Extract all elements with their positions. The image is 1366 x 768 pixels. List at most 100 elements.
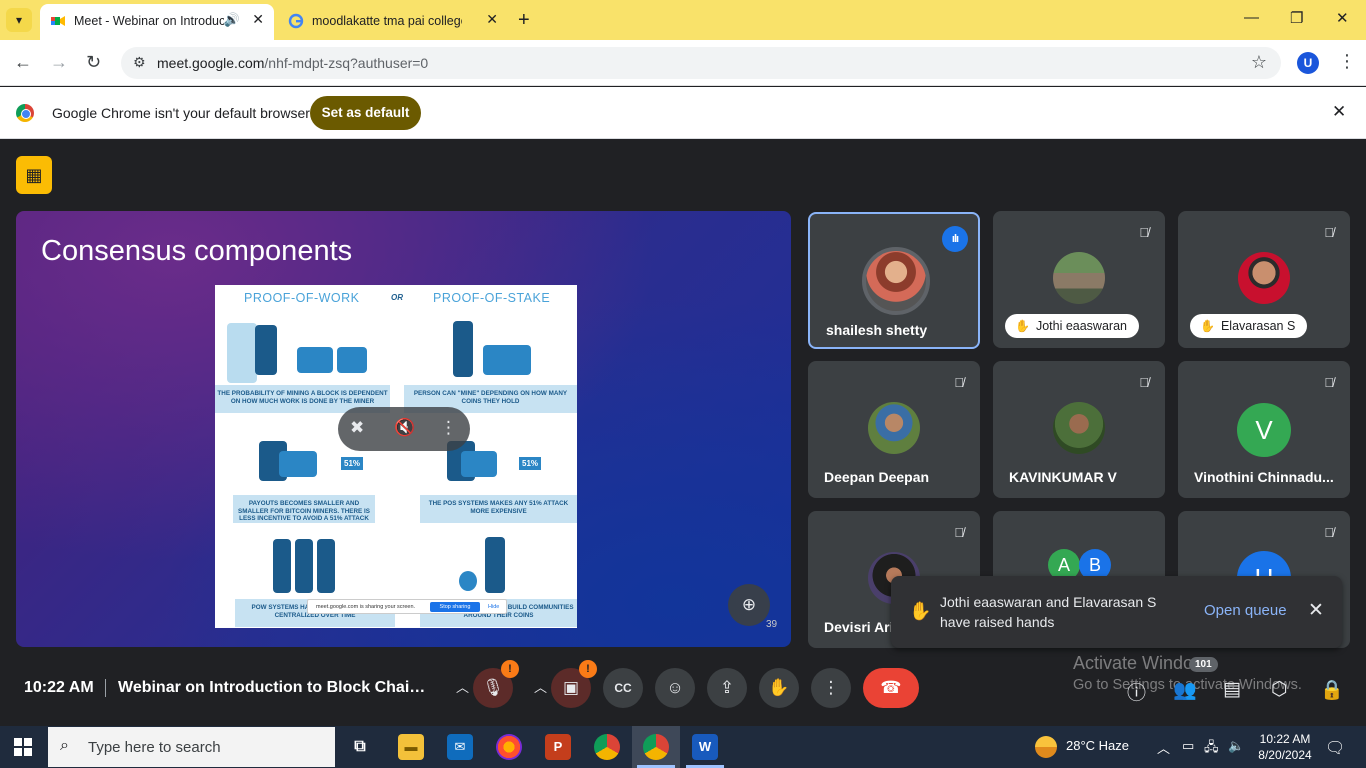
address-bar[interactable]: ⚙ meet.google.com/nhf-mdpt-zsq?authuser=… (121, 47, 1281, 79)
person-figure (453, 321, 473, 377)
present-button[interactable]: ⇪ (707, 668, 747, 708)
leave-call-button[interactable]: ☎ (863, 668, 919, 708)
taskbar-date: 8/20/2024 (1258, 748, 1312, 762)
participant-tile[interactable]: 🎙̸ ✋ Elavarasan S (1178, 211, 1350, 348)
close-tab-icon[interactable]: ✕ (486, 11, 498, 28)
tab-strip: ▾ Meet - Webinar on Introduc 🔊 ✕ moodlak… (0, 0, 1366, 40)
more-vert-icon: ⋮ (822, 678, 840, 697)
notification-message: Jothi eaaswaran and Elavarasan S have ra… (940, 594, 1157, 630)
task-view-icon[interactable]: ⧉ (347, 734, 373, 760)
tab-search-button[interactable]: ▾ (6, 8, 32, 32)
url-text: meet.google.com/nhf-mdpt-zsq?authuser=0 (157, 55, 428, 71)
mail-icon[interactable]: ✉ (447, 734, 473, 760)
back-icon[interactable]: ← (14, 52, 32, 73)
minimize-icon[interactable]: — (1244, 9, 1259, 26)
chrome-icon[interactable] (643, 734, 669, 760)
participant-tile[interactable]: ılı shailesh shetty (808, 212, 980, 349)
camera-off-icon: ▣ (562, 678, 580, 697)
close-window-icon[interactable]: ✕ (1336, 9, 1349, 27)
camera-toggle-button[interactable]: ▣! (551, 660, 597, 708)
hide-button[interactable]: Hide (488, 604, 499, 610)
weather-text[interactable]: 28°C Haze (1066, 738, 1129, 753)
set-as-default-button[interactable]: Set as default (310, 96, 421, 130)
unpin-icon[interactable]: ✖ (350, 418, 364, 438)
speaker-icon[interactable]: 🔊 (224, 12, 240, 28)
search-icon: ⌕ (60, 737, 69, 754)
info-icon[interactable]: ⓘ (1127, 678, 1146, 705)
mic-off-icon: 🎙 (482, 678, 504, 697)
chevron-up-icon[interactable]: ︿ (1157, 738, 1170, 757)
tab-moodle[interactable]: moodlakatte tma pai college - ( ✕ (278, 4, 508, 40)
avatar (862, 247, 930, 315)
network-icon[interactable]: 🖧 (1204, 738, 1219, 760)
bookmark-star-icon[interactable]: ☆ (1251, 52, 1267, 73)
mic-off-icon: 🎙̸ (954, 525, 964, 540)
tab-meet[interactable]: Meet - Webinar on Introduc 🔊 ✕ (40, 4, 274, 40)
participant-name: shailesh shetty (826, 322, 928, 338)
caption: PAYOUTS BECOMES SMALLER AND SMALLER FOR … (238, 500, 370, 522)
hand-icon: ✋ (768, 678, 790, 697)
participant-tile[interactable]: 🎙̸ KAVINKUMAR V (993, 361, 1165, 498)
chrome-menu-icon[interactable]: ⋮ (1338, 51, 1356, 72)
person-figure (317, 539, 335, 593)
reactions-button[interactable]: ☺ (655, 668, 695, 708)
participant-tile[interactable]: V 🎙̸ Vinothini Chinnadu... (1178, 361, 1350, 498)
people-icon[interactable]: 👥 (1173, 678, 1197, 702)
volume-icon[interactable]: 🔈 (1228, 738, 1244, 754)
mic-off-icon: 🎙̸ (1139, 225, 1149, 240)
open-queue-button[interactable]: Open queue (1204, 602, 1287, 619)
mic-off-icon: 🎙̸ (1139, 375, 1149, 390)
more-options-icon[interactable]: ⋮ (440, 418, 457, 438)
new-tab-icon[interactable]: + (518, 8, 530, 32)
caption-band: THE POS SYSTEMS MAKES ANY 51% ATTACK MOR… (420, 495, 577, 523)
more-options-button[interactable]: ⋮ (811, 668, 851, 708)
presentation-overlay-controls: ✖ 🔇 ⋮ (338, 407, 470, 451)
taskbar-search-box[interactable]: ⌕ Type here to search (48, 727, 335, 767)
slide-title: Consensus components (41, 235, 353, 267)
person-figure (485, 537, 505, 593)
activities-icon[interactable]: ⬡ (1271, 678, 1288, 701)
presentation-stage: Consensus components PROOF-OF-WORK OR PR… (16, 211, 791, 647)
chat-icon[interactable]: ▤ (1223, 678, 1241, 701)
forward-icon[interactable]: → (50, 52, 68, 73)
microphone-toggle-button[interactable]: 🎙! (473, 660, 519, 708)
participant-tile[interactable]: 🎙̸ Deepan Deepan (808, 361, 980, 498)
host-controls-icon[interactable]: 🔒 (1320, 678, 1344, 702)
chevron-up-icon[interactable]: ︿ (456, 677, 469, 696)
word-icon[interactable]: W (692, 734, 718, 760)
meet-tray-icon[interactable]: ▭ (1182, 738, 1194, 754)
captions-button[interactable]: CC (603, 668, 643, 708)
close-tab-icon[interactable]: ✕ (252, 11, 264, 28)
person-figure (295, 539, 313, 593)
presentation-icon[interactable]: ▦ (16, 156, 52, 194)
mute-presentation-icon[interactable]: 🔇 (394, 418, 415, 438)
meeting-controls-bar: 10:22 AM Webinar on Introduction to Bloc… (0, 648, 1366, 726)
chevron-up-icon[interactable]: ︿ (534, 677, 547, 696)
restore-icon[interactable]: ❐ (1290, 9, 1303, 27)
raise-hand-button[interactable]: ✋ (759, 668, 799, 708)
site-info-icon[interactable]: ⚙ (133, 54, 146, 71)
taskbar-clock[interactable]: 10:22 AM 8/20/2024 (1255, 731, 1315, 763)
close-notification-icon[interactable]: ✕ (1308, 599, 1324, 622)
powerpoint-icon[interactable]: P (545, 734, 571, 760)
chrome-icon[interactable] (594, 734, 620, 760)
mic-off-icon: 🎙̸ (954, 375, 964, 390)
participant-name: Vinothini Chinnadu... (1194, 469, 1334, 485)
participant-name: KAVINKUMAR V (1009, 469, 1117, 485)
reload-icon[interactable]: ↻ (86, 52, 101, 73)
zoom-icon[interactable]: ⊕ (728, 584, 770, 626)
weather-icon[interactable] (1035, 736, 1057, 758)
file-explorer-icon[interactable]: ▬ (398, 734, 424, 760)
windows-start-icon[interactable] (14, 738, 32, 756)
participant-name: Jothi eaaswaran (1035, 319, 1127, 333)
profile-avatar[interactable]: U (1297, 52, 1319, 74)
cart-figure (297, 347, 333, 373)
stop-sharing-button[interactable]: Stop sharing (430, 602, 480, 612)
close-infobar-icon[interactable]: ✕ (1332, 102, 1346, 122)
firefox-icon[interactable] (496, 734, 522, 760)
participant-tile[interactable]: 🎙̸ ✋ Jothi eaaswaran (993, 211, 1165, 348)
avatar (868, 402, 920, 454)
notifications-icon[interactable]: 🗨 (1325, 738, 1345, 758)
slide-infographic: PROOF-OF-WORK OR PROOF-OF-STAKE THE PROB… (215, 285, 577, 628)
mic-off-icon: 🎙̸ (1324, 225, 1334, 240)
